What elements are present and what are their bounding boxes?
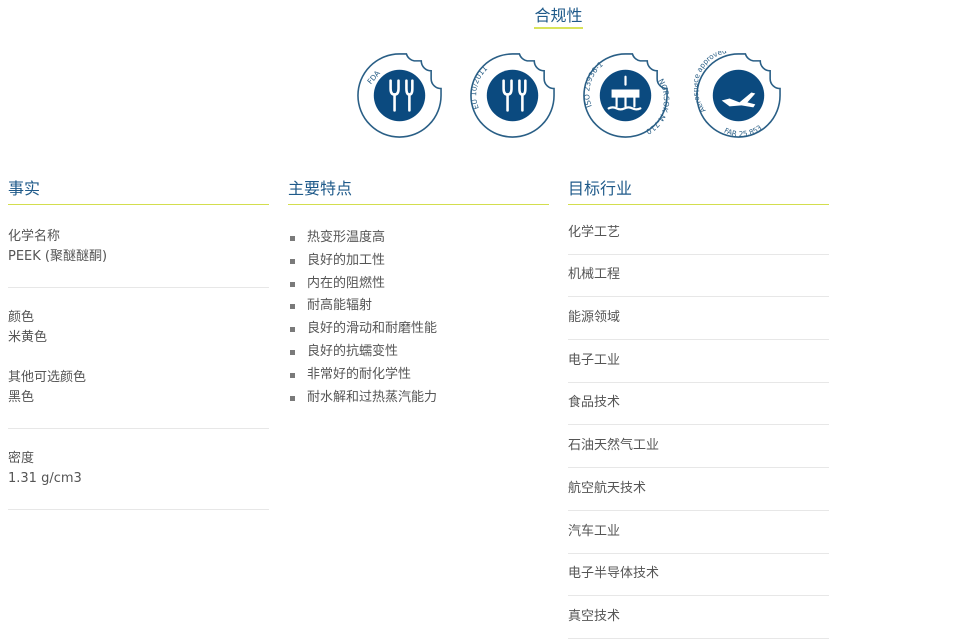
bullet-icon [290,349,295,355]
industry-item: 能源领域 [568,297,829,341]
facts-column: 事实 化学名称 PEEK (聚醚醚酮) 颜色 米黄色 其他可选颜色 黑色 密度 … [8,178,269,510]
facts-list: 化学名称 PEEK (聚醚醚酮) 颜色 米黄色 其他可选颜色 黑色 密度 1.3… [8,205,269,510]
bullet-icon [290,327,295,333]
features-heading: 主要特点 [288,178,549,205]
eu-10-2011-badge: EU 10/2011 [469,53,555,138]
industries-heading: 目标行业 [568,178,829,205]
industry-item: 真空技术 [568,596,829,639]
fact-label: 化学名称 [8,229,61,244]
fact-chemical-name: 化学名称 PEEK (聚醚醚酮) [8,227,269,267]
fact-group-chemical: 化学名称 PEEK (聚醚醚酮) [8,227,269,288]
fact-label: 其他可选颜色 [8,370,87,385]
industry-item: 化学工艺 [568,212,829,255]
facts-heading: 事实 [8,178,269,205]
fact-group-density: 密度 1.31 g/cm3 [8,449,269,510]
feature-item: 热变形温度高 [288,227,549,250]
bullet-icon [290,281,295,287]
industries-column: 目标行业 化学工艺 机械工程 能源领域 电子工业 食品技术 石油天然气工业 航空… [568,178,829,639]
fact-value: 黑色 [8,390,35,405]
industry-item: 食品技术 [568,383,829,426]
features-column: 主要特点 热变形温度高 良好的加工性 内在的阻燃性 耐高能辐射 良好的滑动和耐磨… [288,178,549,409]
compliance-badges: FDA EU 10/2011 ISO 23936-1 NOR OK M-710 … [355,51,783,140]
fact-label: 颜色 [8,310,35,325]
industry-item: 汽车工业 [568,511,829,554]
feature-item: 耐水解和过热蒸汽能力 [288,387,549,410]
industry-item: 石油天然气工业 [568,425,829,469]
industry-item: 机械工程 [568,255,829,298]
industry-item: 电子半导体技术 [568,554,829,597]
badge-disc [712,69,765,122]
feature-item: 良好的加工性 [288,250,549,273]
aerospace-badge: Aerospace approved FAR 25.853 [694,51,781,138]
feature-item: 耐高能辐射 [288,295,549,318]
bullet-icon [290,236,295,241]
badge-disc [373,69,426,122]
fact-density: 密度 1.31 g/cm3 [8,449,269,489]
fact-color: 颜色 米黄色 [8,308,269,348]
page: 合规性 FDA EU 10/2011 ISO 23936-1 NOR OK M-… [0,0,957,639]
compliance-section: 合规性 [0,6,957,29]
feature-item: 内在的阻燃性 [288,273,549,296]
bullet-icon [290,304,295,310]
bullet-icon [290,395,295,401]
industry-item: 航空航天技术 [568,468,829,511]
badge-disc [486,69,539,122]
iso-23936-badge: ISO 23936-1 NORSOK M-710 [582,53,670,138]
feature-item: 良好的滑动和耐磨性能 [288,318,549,341]
bullet-icon [290,258,295,264]
bullet-icon [290,372,295,378]
industries-list: 化学工艺 机械工程 能源领域 电子工业 食品技术 石油天然气工业 航空航天技术 … [568,205,829,639]
fact-group-color: 颜色 米黄色 其他可选颜色 黑色 [8,308,269,429]
feature-item: 良好的抗蠕变性 [288,341,549,364]
fact-label: 密度 [8,451,35,466]
compliance-title: 合规性 [534,6,583,29]
industry-item: 电子工业 [568,340,829,383]
features-list: 热变形温度高 良好的加工性 内在的阻燃性 耐高能辐射 良好的滑动和耐磨性能 良好… [288,205,549,409]
fda-badge: FDA [357,53,442,138]
fact-value: 1.31 g/cm3 [8,471,82,486]
fact-value: 米黄色 [8,330,48,345]
fact-alt-color: 其他可选颜色 黑色 [8,368,269,408]
fact-value: PEEK (聚醚醚酮) [8,249,108,264]
feature-item: 非常好的耐化学性 [288,364,549,387]
